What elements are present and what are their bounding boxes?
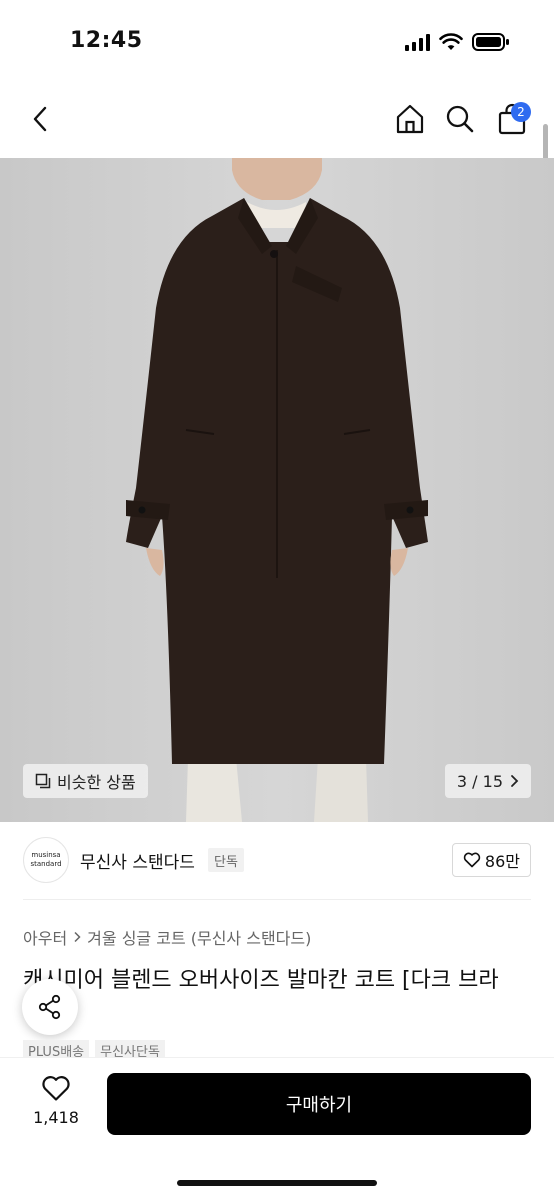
status-icons (405, 30, 510, 54)
brand-like-button[interactable]: 86만 (451, 843, 531, 877)
chevron-right-icon (511, 775, 519, 787)
home-icon (396, 104, 424, 134)
brand-row: musinsa standard 무신사 스탠다드 단독 86만 (0, 822, 554, 900)
share-icon (38, 994, 61, 1020)
heart-icon (463, 852, 481, 868)
wifi-icon (439, 33, 463, 50)
exclusive-tag: 단독 (208, 848, 244, 872)
brand-like-count: 86만 (484, 852, 520, 871)
status-time: 12:45 (70, 28, 143, 53)
breadcrumb-parent[interactable]: 아우터 (23, 925, 67, 949)
page-counter-text: 3 / 15 (456, 771, 503, 791)
breadcrumb-child[interactable]: 겨울 싱글 코트 (무신사 스탠다드) (87, 925, 311, 949)
top-nav-bar: 2 (0, 80, 554, 158)
copy-icon (35, 773, 51, 789)
buy-button[interactable]: 구매하기 (107, 1073, 531, 1135)
divider (23, 899, 531, 900)
chevron-right-icon (74, 931, 81, 943)
back-button[interactable] (18, 80, 62, 158)
chevron-left-icon (33, 106, 47, 132)
badge-exclusive: 무신사단독 (95, 1040, 165, 1060)
brand-name[interactable]: 무신사 스탠다드 (80, 848, 195, 873)
search-icon (446, 105, 474, 133)
badge-plus-delivery: PLUS배송 (23, 1040, 90, 1060)
wishlist-count: 1,418 (33, 1108, 79, 1127)
search-button[interactable] (438, 80, 482, 158)
heart-icon (42, 1076, 70, 1101)
breadcrumb: 아우터 겨울 싱글 코트 (무신사 스탠다드) (23, 925, 311, 949)
wishlist-button[interactable]: 1,418 (23, 1075, 89, 1127)
home-button[interactable] (388, 80, 432, 158)
product-badges: PLUS배송 무신사단독 (23, 1040, 165, 1060)
cart-count-badge: 2 (511, 102, 531, 122)
product-title: 캐시미어 블렌드 오버사이즈 발마칸 코트 [다크 브라 (23, 968, 499, 993)
status-bar: 12:45 (0, 0, 554, 80)
similar-products-button[interactable]: 비슷한 상품 (23, 764, 148, 798)
cellular-signal-icon (405, 33, 430, 51)
product-image-carousel[interactable]: 비슷한 상품 3 / 15 (0, 158, 554, 822)
image-page-counter[interactable]: 3 / 15 (444, 764, 531, 798)
brand-logo[interactable]: musinsa standard (23, 837, 69, 883)
similar-products-label: 비슷한 상품 (57, 773, 136, 792)
share-button[interactable] (22, 979, 78, 1035)
cart-button[interactable]: 2 (490, 80, 534, 158)
bottom-action-bar: 1,418 구매하기 (0, 1058, 554, 1200)
home-indicator (177, 1180, 377, 1186)
product-photo-coat (0, 158, 554, 822)
battery-icon (472, 33, 509, 51)
